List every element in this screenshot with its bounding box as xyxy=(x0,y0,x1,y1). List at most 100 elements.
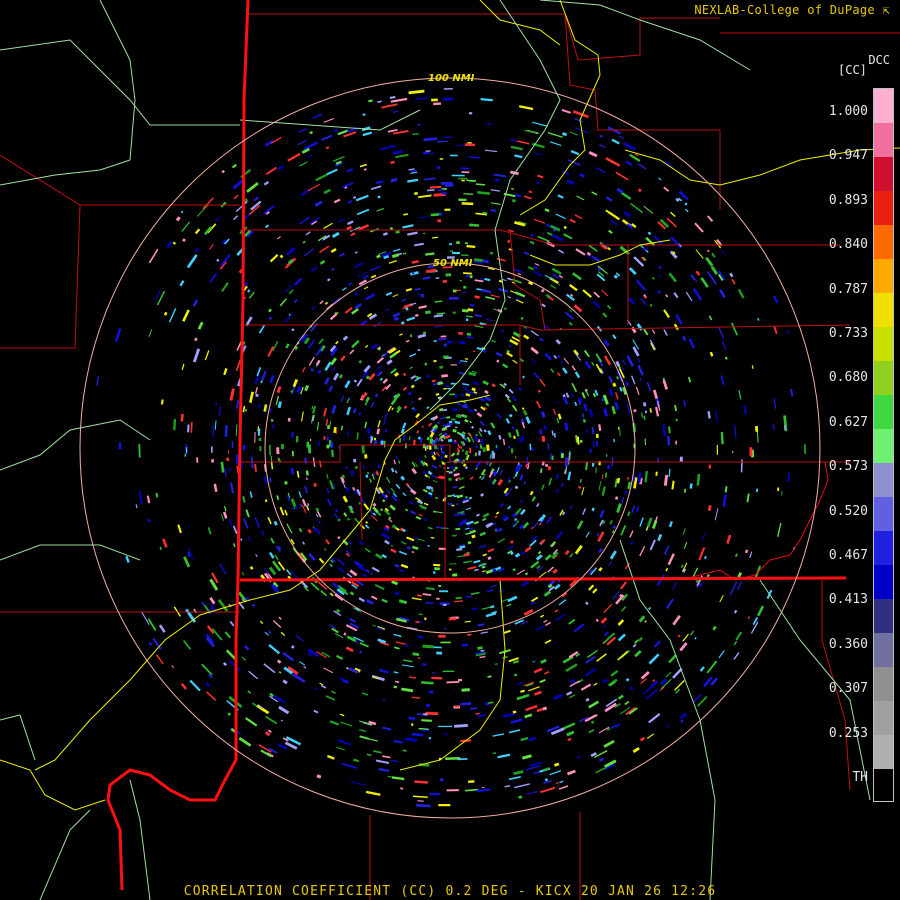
echo-gate xyxy=(409,271,419,276)
echo-gate xyxy=(694,637,697,640)
echo-gate xyxy=(331,231,340,239)
echo-gate xyxy=(321,134,333,141)
echo-gate xyxy=(506,603,512,607)
echo-gate xyxy=(448,617,457,621)
echo-gate xyxy=(485,612,497,618)
echo-gate xyxy=(591,191,598,196)
state-line xyxy=(106,0,250,891)
echo-gate xyxy=(729,581,738,596)
echo-gate xyxy=(390,97,408,103)
echo-gate xyxy=(359,524,366,530)
echo-gate xyxy=(467,566,477,570)
echo-gate xyxy=(400,563,409,569)
echo-gate xyxy=(459,545,466,549)
echo-gate xyxy=(410,375,417,380)
echo-gate xyxy=(393,371,400,377)
echo-gate xyxy=(611,138,620,145)
echo-gate xyxy=(432,480,438,483)
echo-gate xyxy=(315,528,321,535)
echo-gate xyxy=(277,401,282,409)
echo-gate xyxy=(651,329,656,334)
echo-gate xyxy=(624,490,628,495)
echo-gate xyxy=(630,326,637,334)
echo-gate xyxy=(446,422,453,426)
echo-gate xyxy=(138,491,143,505)
echo-gate xyxy=(324,361,332,371)
echo-gate xyxy=(328,385,334,393)
echo-gate xyxy=(444,184,454,187)
echo-gate xyxy=(474,295,480,299)
echo-gate xyxy=(694,222,704,233)
echo-gate xyxy=(566,730,575,737)
echo-gate xyxy=(603,408,609,417)
echo-gate xyxy=(402,434,406,441)
echo-gate xyxy=(680,564,684,569)
echo-gate xyxy=(412,795,428,798)
echo-gate xyxy=(366,753,372,757)
echo-gate xyxy=(431,379,436,383)
echo-gate xyxy=(533,667,543,674)
echo-gate xyxy=(379,668,389,674)
echo-gate xyxy=(214,420,217,430)
echo-gate xyxy=(426,189,435,192)
echo-gate xyxy=(438,213,443,216)
echo-gate xyxy=(390,487,395,493)
echo-gate xyxy=(340,395,345,403)
echo-gate xyxy=(586,251,592,256)
echo-gate xyxy=(463,272,472,275)
echo-gate xyxy=(148,641,153,646)
echo-gate xyxy=(439,158,444,160)
echo-gate xyxy=(362,113,366,116)
echo-gate xyxy=(490,584,497,588)
color-bar-segment xyxy=(874,463,893,498)
product-label: DCC xyxy=(868,53,890,67)
echo-gate xyxy=(211,459,214,463)
echo-gate xyxy=(317,581,328,590)
legend-tick: 0.733 xyxy=(828,326,868,341)
echo-gate xyxy=(319,245,330,253)
echo-gate xyxy=(356,432,359,440)
echo-gate xyxy=(503,382,507,387)
echo-gate xyxy=(551,233,564,242)
echo-gate xyxy=(376,365,382,371)
echo-gate xyxy=(436,312,446,315)
echo-gate xyxy=(620,581,627,590)
echo-gate xyxy=(610,724,617,730)
echo-gate xyxy=(182,639,192,650)
echo-gate xyxy=(232,543,236,548)
echo-gate xyxy=(677,634,681,638)
echo-gate xyxy=(647,231,652,236)
echo-gate xyxy=(492,752,497,755)
echo-gate xyxy=(542,706,548,711)
echo-gate xyxy=(329,720,340,726)
echo-gate xyxy=(354,251,358,254)
echo-gate xyxy=(325,695,336,701)
echo-gate xyxy=(148,329,153,337)
echo-gate xyxy=(414,536,418,539)
echo-gate xyxy=(196,457,199,463)
echo-gate xyxy=(302,240,306,244)
echo-gate xyxy=(751,365,754,369)
color-bar-segment xyxy=(874,599,893,634)
echo-gate xyxy=(417,800,424,802)
echo-gate xyxy=(347,199,353,204)
echo-gate xyxy=(421,729,431,732)
echo-gate xyxy=(460,702,472,706)
echo-gate xyxy=(513,770,524,776)
echo-gate xyxy=(358,597,365,603)
echo-gate xyxy=(622,367,625,371)
echo-gate xyxy=(652,679,656,683)
echo-gate xyxy=(640,671,650,680)
echo-gate xyxy=(804,444,806,454)
echo-gate xyxy=(371,343,378,350)
echo-gate xyxy=(280,719,284,722)
echo-gate xyxy=(428,690,434,694)
echo-gate xyxy=(450,154,458,157)
echo-gate xyxy=(382,755,391,759)
echo-gate xyxy=(540,614,545,618)
echo-gate xyxy=(347,282,353,286)
echo-gate xyxy=(422,663,427,667)
echo-gate xyxy=(353,196,357,199)
echo-gate xyxy=(648,712,661,724)
echo-gate xyxy=(467,633,472,636)
